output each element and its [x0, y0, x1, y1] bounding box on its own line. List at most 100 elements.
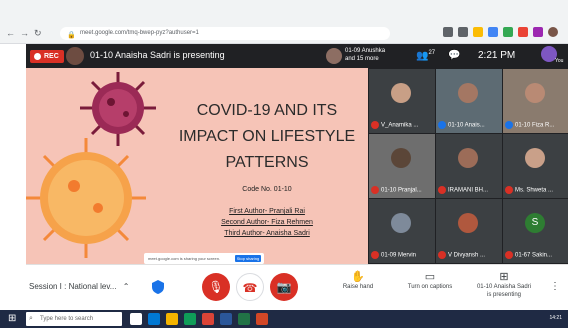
camera-icon[interactable]	[443, 27, 453, 37]
extension-icon[interactable]	[503, 27, 513, 37]
meeting-details[interactable]: Session I : National lev... ⌃	[29, 282, 129, 291]
lock-icon: 🔒	[67, 32, 76, 39]
participant-video	[391, 83, 411, 103]
participant-name-text: 01-67 Sakin...	[515, 252, 553, 259]
presenter-avatar	[66, 47, 84, 65]
mic-off-icon	[505, 186, 513, 194]
forward-icon[interactable]: →	[20, 28, 29, 38]
participant-name-text: 01-10 Pranjal...	[381, 187, 422, 194]
star-icon[interactable]	[473, 27, 483, 37]
extension-icon[interactable]	[533, 27, 543, 37]
mic-off-icon	[371, 121, 379, 129]
search-placeholder: Type here to search	[40, 316, 94, 322]
taskbar-search[interactable]: ⌕ Type here to search	[26, 312, 122, 326]
back-icon[interactable]: ←	[6, 28, 15, 38]
slide-code: Code No. 01-10	[242, 186, 292, 193]
participant-name: V_Anamika ...	[371, 121, 418, 129]
edge-icon[interactable]	[148, 313, 160, 325]
captions-icon: ▭	[424, 271, 436, 283]
leave-call-button[interactable]: ☎	[236, 273, 264, 301]
mic-off-button[interactable]: 🎙	[202, 273, 230, 301]
mic-off-icon	[438, 186, 446, 194]
mic-off-icon	[438, 251, 446, 259]
word-icon[interactable]	[220, 313, 232, 325]
screen-share-banner: meet.google.com is sharing your screen. …	[144, 253, 264, 264]
slide-title-line: COVID-19 AND ITS	[196, 102, 338, 119]
shield-icon[interactable]	[152, 280, 164, 294]
tray-clock: 14:21	[549, 315, 562, 321]
windows-start-icon[interactable]: ⊞	[8, 313, 16, 324]
mic-off-icon	[505, 251, 513, 259]
participant-name: 01-09 Mervin	[371, 251, 416, 259]
participant-name-text: 01-10 Fiza R...	[515, 122, 555, 129]
file-explorer-icon[interactable]	[166, 313, 178, 325]
excel-icon[interactable]	[238, 313, 250, 325]
extension-icon[interactable]	[518, 27, 528, 37]
participant-video	[391, 213, 411, 233]
mic-off-icon	[371, 186, 379, 194]
participant-video	[525, 148, 545, 168]
participant-name: Ms. Shweta ...	[505, 186, 553, 194]
participant-name: 01-10 Fiza R...	[505, 121, 554, 129]
participant-name: 01-10 Anais...	[438, 121, 485, 129]
participant-name-text: V_Anamika ...	[381, 122, 419, 129]
reload-icon[interactable]: ↻	[34, 28, 42, 39]
camera-off-button[interactable]: 📷	[270, 273, 298, 301]
participant-name-text: Ms. Shweta ...	[515, 187, 554, 194]
slide-title: COVID-19 AND ITS IMPACT ON LIFESTYLE PAT…	[176, 98, 358, 176]
session-label: Session I : National lev...	[29, 282, 117, 291]
speaking-icon	[438, 121, 446, 129]
powerpoint-icon[interactable]	[256, 313, 268, 325]
participant-video	[458, 213, 478, 233]
chevron-up-icon: ⌃	[122, 282, 130, 291]
participant-grid: V_Anamika ... 01-10 Anais... 01-10 Fiza …	[368, 68, 568, 264]
participant-tile[interactable]: IRAMANI BH...	[436, 134, 502, 198]
stop-sharing-button[interactable]: Stop sharing	[235, 255, 261, 262]
participants-line-1: 01-09 Anushka	[345, 48, 386, 54]
presenting-button[interactable]: ⊞ 01-10 Anaisha Sadri is presenting	[472, 271, 536, 299]
extension-icons	[443, 27, 558, 37]
participant-name-text: 01-09 Mervin	[381, 252, 417, 259]
participant-tile[interactable]: V_Anamika ...	[369, 69, 435, 133]
browser-toolbar: ← → ↻ 🔒 meet.google.com/tmq-bwep-pyz?aut…	[0, 0, 568, 44]
participant-initial-avatar: S	[525, 213, 545, 233]
slide-authors: First Author- Pranjali Rai Second Author…	[176, 206, 358, 239]
profile-avatar[interactable]	[548, 27, 558, 37]
meeting-controls: Session I : National lev... ⌃ 🎙 ☎ 📷 ✋ Ra…	[26, 264, 568, 310]
participant-name-text: 01-10 Anais...	[448, 122, 485, 129]
participants-summary[interactable]: 01-09 Anushka and 15 more	[345, 47, 385, 63]
raise-hand-button[interactable]: ✋ Raise hand	[336, 272, 380, 291]
participant-tile[interactable]: 01-09 Mervin	[369, 199, 435, 263]
presenting-line: 01-10 Anaisha Sadri	[476, 284, 532, 290]
participant-tile[interactable]: 01-10 Fiza R...	[503, 69, 568, 133]
presenting-text: 01-10 Anaisha Sadri is presenting	[90, 50, 225, 60]
store-icon[interactable]	[184, 313, 196, 325]
participant-name-text: V Divyansh ...	[448, 252, 486, 259]
participant-tile[interactable]: 01-10 Pranjal...	[369, 134, 435, 198]
participant-name-text: IRAMANI BH...	[448, 187, 489, 194]
present-icon: ⊞	[499, 271, 509, 283]
participant-tile[interactable]: V Divyansh ...	[436, 199, 502, 263]
presentation-slide: COVID-19 AND ITS IMPACT ON LIFESTYLE PAT…	[26, 68, 368, 264]
raise-hand-label: Raise hand	[342, 284, 374, 290]
speaking-icon	[505, 121, 513, 129]
participant-avatar	[326, 48, 342, 64]
task-view-icon[interactable]	[130, 313, 142, 325]
participant-tile[interactable]: S 01-67 Sakin...	[503, 199, 568, 263]
more-options-icon[interactable]: ⋮	[550, 281, 560, 292]
chrome-icon[interactable]	[202, 313, 214, 325]
captions-label: Turn on captions	[407, 284, 453, 290]
taskbar-apps	[130, 313, 268, 325]
captions-button[interactable]: ▭ Turn on captions	[402, 271, 458, 291]
participant-video	[458, 148, 478, 168]
extension-icon[interactable]	[488, 27, 498, 37]
zoom-icon[interactable]	[458, 27, 468, 37]
author-line: First Author- Pranjali Rai	[229, 208, 305, 215]
address-bar[interactable]: 🔒 meet.google.com/tmq-bwep-pyz?authuser=…	[60, 27, 390, 40]
taskbar: ⊞ ⌕ Type here to search 14:21	[0, 310, 568, 328]
chat-icon[interactable]: 💬	[448, 50, 460, 61]
participant-name: 01-67 Sakin...	[505, 251, 552, 259]
people-icon[interactable]: 👥27	[416, 50, 435, 61]
participant-tile[interactable]: Ms. Shweta ...	[503, 134, 568, 198]
participant-tile[interactable]: 01-10 Anais...	[436, 69, 502, 133]
